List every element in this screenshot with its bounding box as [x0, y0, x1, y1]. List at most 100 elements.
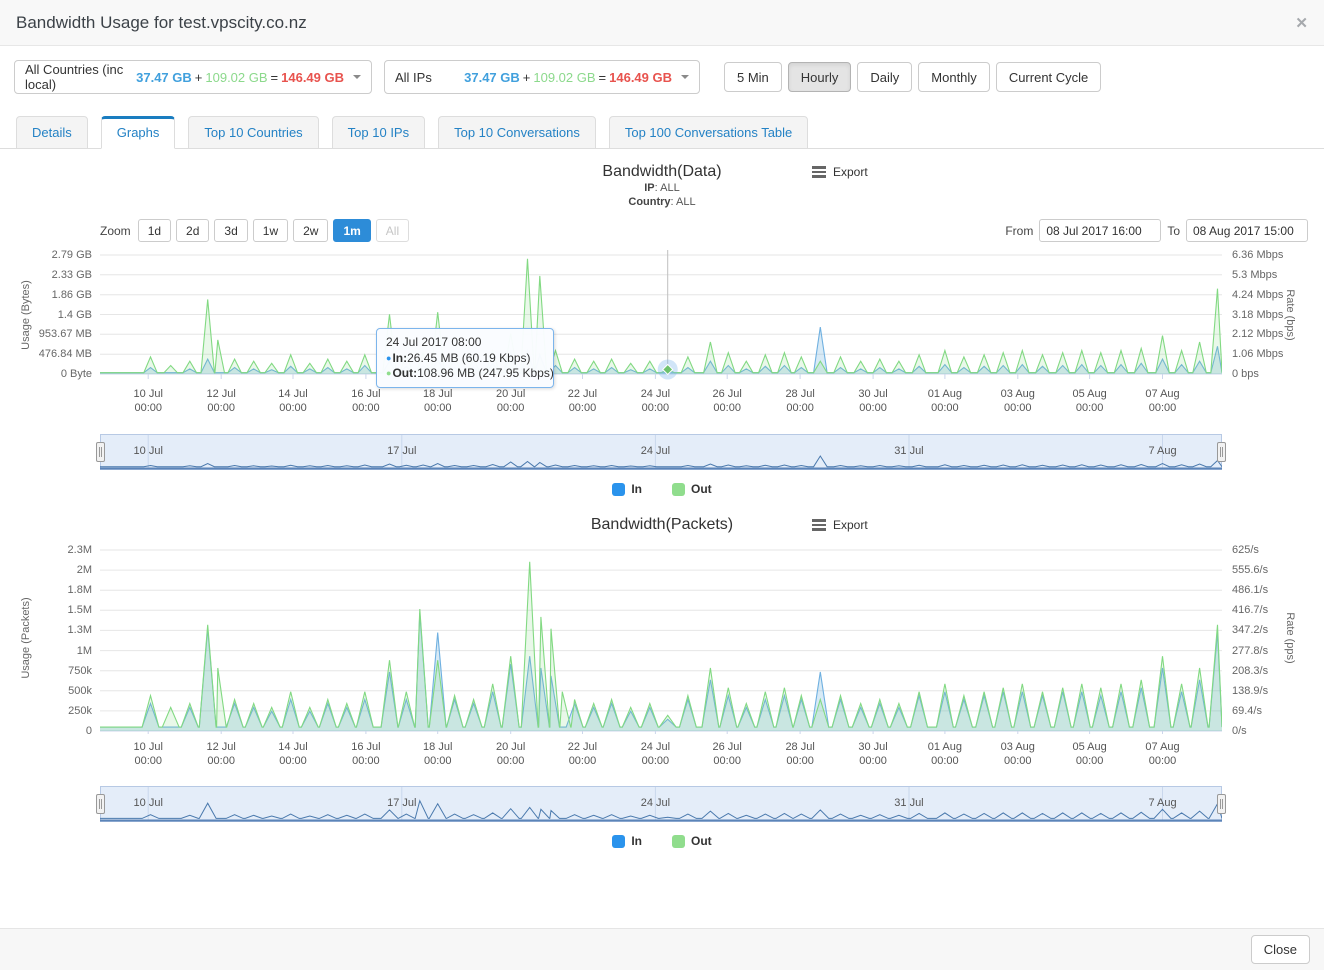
tooltip-row-out: ●Out:108.96 MB (247.95 Kbps) [386, 366, 544, 381]
y-axis-right-tick: 2.12 Mbps [1232, 327, 1283, 341]
y-axis-left-tick: 1.4 GB [4, 308, 92, 322]
y-axis-right-tick: 3.18 Mbps [1232, 308, 1283, 322]
legend-swatch-icon [612, 835, 625, 848]
subtitle-country-label: Country [628, 196, 670, 208]
from-date-input[interactable] [1039, 219, 1161, 242]
close-button[interactable]: Close [1251, 935, 1310, 964]
tab-top-10-ips[interactable]: Top 10 IPs [332, 116, 425, 149]
out-total-value: 109.02 GB [533, 70, 595, 85]
bandwidth-packets-plot-area: 2.3M2M1.8M1.5M1.3M1M750k500k250k0625/s55… [0, 542, 1324, 772]
y-axis-left-title: Usage (Bytes) [20, 280, 32, 350]
x-axis-tick-label: 07 Aug00:00 [1121, 387, 1205, 415]
legend-item-out[interactable]: Out [672, 482, 712, 496]
to-date-input[interactable] [1186, 219, 1308, 242]
y-axis-right-tick: 486.1/s [1232, 583, 1268, 597]
chart-head: Bandwidth(Packets) Export [0, 516, 1324, 534]
period-button-monthly[interactable]: Monthly [918, 62, 990, 92]
plot-canvas[interactable] [100, 248, 1222, 386]
zoom-button-3d[interactable]: 3d [214, 219, 247, 242]
in-total-value: 37.47 GB [136, 70, 192, 85]
navigator-label: 10 Jul [134, 797, 163, 809]
combined-total-value: 146.49 GB [609, 70, 672, 85]
x-axis-tick-label: 05 Aug00:00 [1048, 740, 1132, 768]
chart-title: Bandwidth(Packets) [0, 516, 1324, 534]
y-axis-right-tick: 625/s [1232, 543, 1259, 557]
period-button-current-cycle[interactable]: Current Cycle [996, 62, 1101, 92]
chart-tooltip: 24 Jul 2017 08:00 ●In:26.45 MB (60.19 Kb… [376, 328, 554, 388]
y-axis-left-tick: 500k [4, 684, 92, 698]
tooltip-rows: ●In:26.45 MB (60.19 Kbps)●Out:108.96 MB … [386, 351, 544, 381]
navigator-handle-right[interactable] [1217, 794, 1226, 814]
modal-footer: Close [0, 928, 1324, 970]
y-axis-left-tick: 1.5M [4, 603, 92, 617]
export-menu-button[interactable]: Export [812, 518, 868, 532]
x-axis-tick-label: 22 Jul00:00 [540, 740, 624, 768]
legend-item-out[interactable]: Out [672, 834, 712, 848]
y-axis-right-tick: 5.3 Mbps [1232, 268, 1277, 282]
ips-filter-dropdown[interactable]: All IPs 37.47 GB+ 109.02 GB = 146.49 GB [384, 60, 700, 94]
y-axis-left-tick: 1.3M [4, 623, 92, 637]
x-axis-tick-label: 01 Aug00:00 [903, 387, 987, 415]
y-axis-right-tick: 208.3/s [1232, 664, 1268, 678]
y-axis-right-tick: 416.7/s [1232, 603, 1268, 617]
y-axis-left-tick: 2.79 GB [4, 248, 92, 262]
y-axis-right-tick: 347.2/s [1232, 623, 1268, 637]
period-button-group: 5 MinHourlyDailyMonthlyCurrent Cycle [724, 62, 1101, 92]
x-axis-tick-label: 26 Jul00:00 [685, 387, 769, 415]
y-axis-left-tick: 1.8M [4, 583, 92, 597]
navigator-handle-left[interactable] [96, 794, 105, 814]
period-button-5-min[interactable]: 5 Min [724, 62, 782, 92]
x-axis-tick-label: 18 Jul00:00 [396, 740, 480, 768]
x-axis-tick-label: 28 Jul00:00 [758, 387, 842, 415]
navigator-handle-left[interactable] [96, 442, 105, 462]
period-button-daily[interactable]: Daily [857, 62, 912, 92]
series-dot-icon: ● [386, 353, 391, 363]
series-dot-icon: ● [386, 368, 391, 378]
y-axis-right-tick: 69.4/s [1232, 704, 1262, 718]
zoom-button-1d[interactable]: 1d [138, 219, 171, 242]
filter-row: All Countries (inc local) 37.47 GB+ 109.… [0, 46, 1324, 100]
equals-sign: = [599, 70, 607, 85]
countries-filter-label: All Countries (inc local) [25, 62, 136, 92]
tab-bar: Details Graphs Top 10 Countries Top 10 IPs T… [0, 116, 1324, 149]
range-navigator[interactable]: 10 Jul17 Jul24 Jul31 Jul7 Aug [100, 786, 1222, 822]
plot-canvas[interactable] [100, 542, 1222, 739]
period-button-hourly[interactable]: Hourly [788, 62, 852, 92]
navigator-handle-right[interactable] [1217, 442, 1226, 462]
x-axis-tick-label: 14 Jul00:00 [251, 387, 335, 415]
navigator-label: 31 Jul [894, 797, 923, 809]
zoom-button-2w[interactable]: 2w [293, 219, 328, 242]
tab-graphs[interactable]: Graphs [101, 116, 176, 149]
tab-top-100-conversations-table[interactable]: Top 100 Conversations Table [609, 116, 808, 149]
navigator-label: 7 Aug [1148, 797, 1176, 809]
navigator-label: 24 Jul [641, 445, 670, 457]
x-axis-tick-label: 01 Aug00:00 [903, 740, 987, 768]
legend-item-in[interactable]: In [612, 834, 642, 848]
ips-filter-values: 37.47 GB+ 109.02 GB = 146.49 GB [464, 70, 689, 85]
zoom-button-1m[interactable]: 1m [333, 219, 370, 242]
tooltip-row-in: ●In:26.45 MB (60.19 Kbps) [386, 351, 544, 366]
x-axis-tick-label: 22 Jul00:00 [540, 387, 624, 415]
close-icon[interactable]: ✕ [1295, 14, 1308, 32]
navigator-label: 24 Jul [641, 797, 670, 809]
navigator-label: 17 Jul [387, 445, 416, 457]
legend-item-in[interactable]: In [612, 482, 642, 496]
countries-filter-dropdown[interactable]: All Countries (inc local) 37.47 GB+ 109.… [14, 60, 372, 94]
y-axis-right-tick: 138.9/s [1232, 684, 1268, 698]
zoom-button-1w[interactable]: 1w [253, 219, 288, 242]
x-axis-tick-label: 18 Jul00:00 [396, 387, 480, 415]
tab-details[interactable]: Details [16, 116, 88, 149]
y-axis-right-tick: 4.24 Mbps [1232, 288, 1283, 302]
tab-top-10-conversations[interactable]: Top 10 Conversations [438, 116, 596, 149]
date-range: From To [1005, 219, 1308, 242]
hamburger-icon [812, 166, 826, 178]
y-axis-left-tick: 750k [4, 664, 92, 678]
legend-swatch-icon [672, 835, 685, 848]
ips-filter-label: All IPs [395, 70, 432, 85]
export-menu-button[interactable]: Export [812, 165, 868, 179]
tab-top-10-countries[interactable]: Top 10 Countries [188, 116, 318, 149]
bandwidth-data-plot-area: 24 Jul 2017 08:00 ●In:26.45 MB (60.19 Kb… [0, 248, 1324, 420]
zoom-button-2d[interactable]: 2d [176, 219, 209, 242]
range-navigator[interactable]: 10 Jul17 Jul24 Jul31 Jul7 Aug [100, 434, 1222, 470]
y-axis-left-tick: 1M [4, 644, 92, 658]
